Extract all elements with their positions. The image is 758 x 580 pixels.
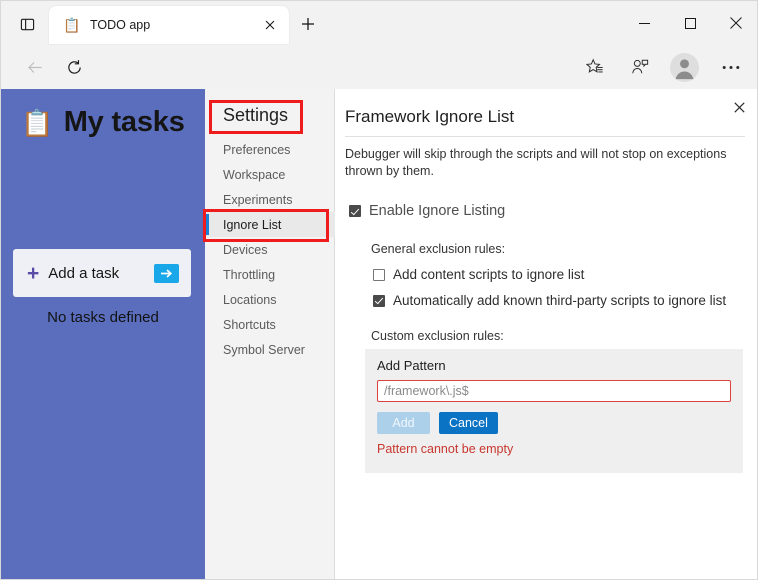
sidebar-item-locations[interactable]: Locations xyxy=(205,287,335,312)
pattern-input[interactable] xyxy=(377,380,731,402)
sidebar-item-symbol-server[interactable]: Symbol Server xyxy=(205,337,335,362)
todo-app-header: 📋 My tasks xyxy=(1,106,205,139)
panel-description: Debugger will skip through the scripts a… xyxy=(345,147,727,178)
close-icon[interactable] xyxy=(258,13,282,37)
sidebar-item-experiments[interactable]: Experiments xyxy=(205,187,335,212)
nav-label: Locations xyxy=(223,292,277,307)
arrow-right-icon[interactable] xyxy=(154,263,179,283)
plus-icon: + xyxy=(27,261,40,285)
sidebar-item-devices[interactable]: Devices xyxy=(205,237,335,262)
settings-navigation: Settings Preferences Workspace Experimen… xyxy=(205,89,335,579)
nav-label: Throttling xyxy=(223,267,276,282)
tab-list-icon[interactable] xyxy=(13,12,41,36)
panel-heading: Framework Ignore List xyxy=(345,107,515,126)
checkbox-checked-icon xyxy=(349,205,361,217)
browser-tab[interactable]: 📋 TODO app xyxy=(49,6,289,44)
add-pattern-form: Add Pattern Add Cancel Pattern cannot be… xyxy=(365,349,743,473)
validation-error-message: Pattern cannot be empty xyxy=(377,442,514,456)
devtools-settings-panel: Settings Preferences Workspace Experimen… xyxy=(205,89,757,579)
checkbox-label: Enable Ignore Listing xyxy=(369,203,506,219)
nav-label: Symbol Server xyxy=(223,342,305,357)
add-button[interactable]: Add xyxy=(377,412,430,434)
browser-essentials-icon[interactable] xyxy=(626,53,654,81)
add-task-label: Add a task xyxy=(48,264,120,282)
more-options-icon[interactable] xyxy=(717,53,745,81)
custom-exclusion-rules-label: Custom exclusion rules: xyxy=(371,329,504,343)
empty-state-text: No tasks defined xyxy=(47,309,159,326)
clipboard-icon: 📋 xyxy=(21,107,54,138)
page-content: 📋 My tasks + Add a task No tasks defined… xyxy=(1,89,757,579)
profile-avatar-icon[interactable] xyxy=(669,52,699,82)
cancel-button[interactable]: Cancel xyxy=(439,412,498,434)
nav-label: Shortcuts xyxy=(223,317,276,332)
tab-strip: 📋 TODO app xyxy=(1,1,757,45)
checkbox-checked-icon xyxy=(373,294,385,307)
settings-nav-list: Preferences Workspace Experiments Ignore… xyxy=(205,137,335,362)
auto-add-third-party-checkbox[interactable]: Automatically add known third-party scri… xyxy=(373,293,726,308)
tab-title: TODO app xyxy=(90,18,151,32)
checkbox-label: Add content scripts to ignore list xyxy=(393,267,585,282)
enable-ignore-listing-checkbox[interactable]: Enable Ignore Listing xyxy=(349,203,505,219)
add-task-card[interactable]: + Add a task xyxy=(13,249,191,297)
page-title: My tasks xyxy=(63,106,185,138)
favorites-star-list-icon[interactable] xyxy=(581,53,609,81)
form-buttons: Add Cancel xyxy=(377,412,498,434)
clipboard-icon: 📋 xyxy=(63,16,81,33)
back-arrow-icon[interactable] xyxy=(21,53,49,81)
close-icon[interactable] xyxy=(727,95,751,119)
sidebar-item-throttling[interactable]: Throttling xyxy=(205,262,335,287)
settings-content-area: Framework Ignore List Debugger will skip… xyxy=(335,89,757,579)
minimize-icon[interactable] xyxy=(621,1,667,45)
sidebar-item-ignore-list[interactable]: Ignore List xyxy=(205,212,335,237)
browser-toolbar: https://microsoftedge.github.io/Demos/de… xyxy=(1,45,757,119)
checkbox-label: Automatically add known third-party scri… xyxy=(393,293,727,308)
refresh-icon[interactable] xyxy=(60,53,88,81)
browser-window: 📋 TODO app 📋 My tasks + Add a task No ta… xyxy=(0,0,758,580)
settings-heading: Settings xyxy=(223,105,289,125)
sidebar-item-preferences[interactable]: Preferences xyxy=(205,137,335,162)
divider xyxy=(345,136,745,137)
maximize-icon[interactable] xyxy=(667,1,713,45)
new-tab-button[interactable] xyxy=(295,11,321,37)
browser-chrome: 📋 TODO app xyxy=(1,1,757,119)
add-pattern-label: Add Pattern xyxy=(377,358,446,373)
nav-label: Ignore List xyxy=(223,217,282,232)
todo-app-pane: 📋 My tasks + Add a task No tasks defined xyxy=(1,89,205,579)
add-content-scripts-checkbox[interactable]: Add content scripts to ignore list xyxy=(373,267,584,282)
close-window-icon[interactable] xyxy=(713,1,757,45)
nav-label: Experiments xyxy=(223,192,293,207)
nav-label: Workspace xyxy=(223,167,286,182)
sidebar-item-workspace[interactable]: Workspace xyxy=(205,162,335,187)
checkbox-unchecked-icon xyxy=(373,268,385,281)
nav-label: Devices xyxy=(223,242,268,257)
sidebar-item-shortcuts[interactable]: Shortcuts xyxy=(205,312,335,337)
general-exclusion-rules-label: General exclusion rules: xyxy=(371,242,506,256)
nav-label: Preferences xyxy=(223,142,291,157)
window-controls xyxy=(621,1,757,45)
